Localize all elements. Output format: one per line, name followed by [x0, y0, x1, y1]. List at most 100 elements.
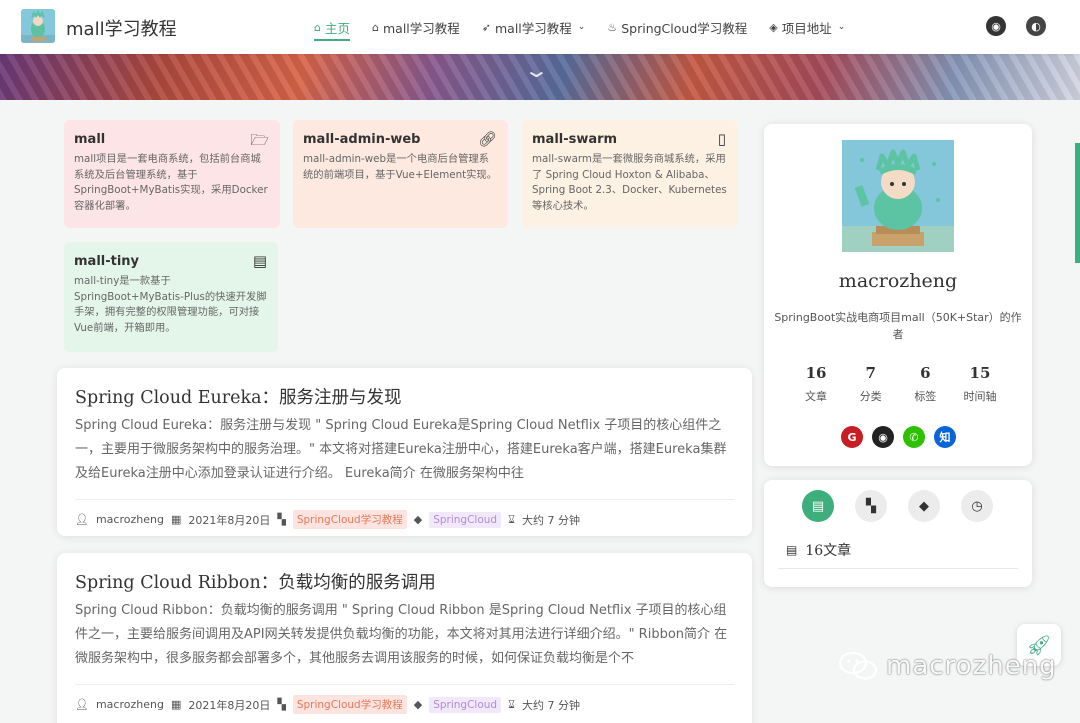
hourglass-icon: ⌛︎: [508, 697, 516, 711]
nav-right-actions: ◉ ◐: [986, 16, 1046, 36]
hero-banner: ⌄: [0, 54, 1080, 100]
nav-item-mall-tutorial[interactable]: ⌂ mall学习教程: [372, 0, 460, 54]
chevron-down-icon: ⌄: [577, 22, 586, 32]
watermark-text: macrozheng: [886, 651, 1057, 681]
article-author: macrozheng: [95, 513, 164, 526]
nav-item-label: SpringCloud学习教程: [621, 20, 748, 36]
project-name: mall-tiny: [74, 254, 140, 269]
stat-label: 文章: [805, 390, 827, 403]
project-description: mall项目是一套电商系统，包括前台商城系统及后台管理系统，基于SpringBo…: [74, 153, 268, 212]
article-tag[interactable]: SpringCloud: [429, 511, 502, 528]
project-name: mall-admin-web: [303, 132, 421, 147]
theme-toggle-icon[interactable]: ◐: [1026, 16, 1046, 36]
user-icon: 👤︎: [75, 513, 89, 526]
tag-icon[interactable]: ◆: [908, 490, 940, 522]
link-icon: 🔗︎: [477, 130, 497, 148]
home-icon: ⌂: [314, 20, 321, 34]
nav-item-home[interactable]: ⌂ 主页: [314, 0, 350, 54]
stat-value: 7: [865, 364, 876, 382]
nav-item-springcloud-tutorial[interactable]: ♨ SpringCloud学习教程: [607, 0, 747, 54]
category-icon: ▚: [277, 698, 286, 711]
article-read-time: 大约 7 分钟: [522, 698, 581, 712]
article-meta: 👤︎ macrozheng ▦ 2021年8月20日 ▚ SpringCloud…: [75, 499, 734, 529]
nav-item-label: mall学习教程: [495, 20, 572, 36]
avatar: [842, 140, 954, 252]
wechat-icon: [839, 652, 877, 680]
author-bio: SpringBoot实战电商项目mall（50K+Star）的作者: [774, 311, 1022, 341]
article-icon: ▤: [786, 543, 798, 557]
stat-label: 时间轴: [963, 390, 997, 403]
top-navbar: mall学习教程 ⌂ 主页 ⌂ mall学习教程 ➶ mall学习教程 ⌄ ♨ …: [0, 0, 1080, 54]
stat-categories[interactable]: 7 分类: [846, 364, 896, 404]
social-links: G ◉ ✆ 知: [841, 426, 956, 448]
scrollbar-thumb[interactable]: [1075, 143, 1080, 263]
calendar-icon: ▦: [170, 698, 182, 711]
stat-value: 6: [920, 364, 931, 382]
article-title[interactable]: Spring Cloud Eureka：服务注册与发现: [75, 384, 734, 409]
article-card[interactable]: Spring Cloud Eureka：服务注册与发现 Spring Cloud…: [57, 368, 752, 536]
hourglass-icon: ⌛︎: [508, 512, 516, 526]
watermark: macrozheng: [838, 650, 1057, 682]
document-icon: ▤: [252, 252, 267, 270]
stat-timeline[interactable]: 15 时间轴: [955, 364, 1005, 404]
clock-icon[interactable]: ◷: [961, 490, 993, 522]
chevron-down-icon[interactable]: ⌄: [523, 58, 550, 82]
article-count[interactable]: ▤ 16文章: [786, 540, 851, 560]
project-name: mall-swarm: [532, 132, 618, 147]
layers-icon: ◈: [769, 20, 778, 34]
author-name: macrozheng: [838, 270, 958, 292]
article-author: macrozheng: [95, 698, 164, 711]
project-description: mall-tiny是一款基于SpringBoot+MyBatis-Plus的快速…: [74, 275, 267, 334]
gitee-icon[interactable]: G: [841, 426, 863, 448]
project-description: mall-admin-web是一个电商后台管理系统的前端项目，基于Vue+Ele…: [303, 153, 498, 181]
article-tag[interactable]: SpringCloud: [429, 696, 502, 713]
author-profile-card: macrozheng SpringBoot实战电商项目mall（50K+Star…: [764, 124, 1032, 466]
article-card[interactable]: Spring Cloud Ribbon：负载均衡的服务调用 Spring Clo…: [57, 553, 752, 723]
wechat-icon[interactable]: ✆: [903, 426, 925, 448]
github-icon[interactable]: ◉: [872, 426, 894, 448]
stat-articles[interactable]: 16 文章: [791, 364, 841, 404]
tag-icon: ◆: [413, 513, 423, 526]
nav-item-label: 项目地址: [781, 20, 832, 36]
main-nav: ⌂ 主页 ⌂ mall学习教程 ➶ mall学习教程 ⌄ ♨ SpringClo…: [314, 0, 845, 54]
calendar-icon: ▦: [170, 513, 182, 526]
project-card-mall-swarm[interactable]: mall-swarm ▯ mall-swarm是一套微服务商城系统，采用了 Sp…: [522, 120, 737, 228]
tag-icon: ◆: [413, 698, 423, 711]
info-widget: ▤ ▚ ◆ ◷ ▤ 16文章: [764, 480, 1032, 587]
site-logo[interactable]: [21, 9, 55, 43]
article-read-time: 大约 7 分钟: [522, 513, 581, 527]
category-icon: ▚: [277, 513, 286, 526]
article-icon[interactable]: ▤: [802, 490, 834, 522]
article-title[interactable]: Spring Cloud Ribbon：负载均衡的服务调用: [75, 569, 734, 594]
article-date: 2021年8月20日: [188, 513, 271, 527]
stat-value: 15: [969, 364, 991, 382]
stat-label: 分类: [859, 390, 882, 403]
stat-value: 16: [805, 364, 827, 382]
category-icon[interactable]: ▚: [855, 490, 887, 522]
bookmark-icon: ▯: [717, 130, 726, 148]
article-excerpt: Spring Cloud Eureka：服务注册与发现 " Spring Clo…: [75, 418, 727, 481]
fire-icon: ♨: [607, 20, 618, 34]
github-icon[interactable]: ◉: [986, 16, 1006, 36]
zhihu-icon[interactable]: 知: [934, 426, 956, 448]
article-excerpt: Spring Cloud Ribbon：负载均衡的服务调用 " Spring C…: [75, 603, 728, 666]
nav-item-label: 主页: [324, 20, 350, 36]
nav-item-project-address[interactable]: ◈ 项目地址 ⌄: [769, 0, 845, 54]
article-category[interactable]: SpringCloud学习教程: [292, 510, 407, 529]
widget-tabs: ▤ ▚ ◆ ◷: [802, 490, 993, 522]
stat-label: 标签: [914, 390, 937, 403]
folder-open-icon: 🗁: [250, 131, 269, 149]
article-meta: 👤︎ macrozheng ▦ 2021年8月20日 ▚ SpringCloud…: [75, 684, 734, 714]
project-card-mall-tiny[interactable]: mall-tiny ▤ mall-tiny是一款基于SpringBoot+MyB…: [64, 242, 278, 352]
chevron-down-icon: ⌄: [837, 22, 846, 32]
author-stats: 16 文章 7 分类 6 标签 15 时间轴: [791, 364, 1005, 404]
article-category[interactable]: SpringCloud学习教程: [292, 695, 407, 714]
nav-item-mall-tutorial-dropdown[interactable]: ➶ mall学习教程 ⌄: [482, 0, 586, 54]
site-title[interactable]: mall学习教程: [66, 15, 177, 41]
nav-item-label: mall学习教程: [382, 20, 460, 36]
project-card-mall-admin-web[interactable]: mall-admin-web 🔗︎ mall-admin-web是一个电商后台管…: [293, 120, 508, 228]
rocket-icon: ➶: [481, 20, 491, 34]
project-card-mall[interactable]: mall 🗁 mall项目是一套电商系统，包括前台商城系统及后台管理系统，基于S…: [64, 120, 280, 228]
user-icon: 👤︎: [75, 698, 89, 711]
stat-tags[interactable]: 6 标签: [900, 364, 950, 404]
